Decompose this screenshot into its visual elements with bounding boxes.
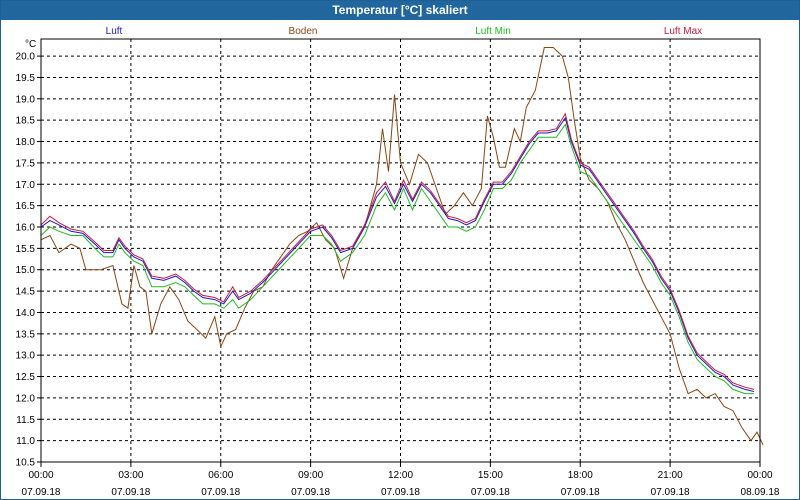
chart-window: Temperatur [°C] skaliert Luft Boden Luft M… (0, 0, 800, 500)
y-tick-label: 16.0 (16, 223, 36, 234)
y-axis-unit: °C (25, 39, 36, 50)
legend-item-luft: Luft (106, 26, 123, 37)
y-tick-label: 18.5 (16, 116, 36, 127)
series-lines (40, 47, 764, 446)
y-tick-label: 11.5 (16, 415, 35, 426)
x-tick-date: 07.09.18 (381, 487, 420, 498)
x-tick-time: 00:00 (747, 470, 772, 481)
x-tick-date: 07.09.18 (22, 487, 61, 498)
y-tick-label: 14.0 (16, 308, 36, 319)
y-tick-label: 17.5 (16, 158, 36, 169)
x-tick-time: 15:00 (478, 470, 503, 481)
axes: 20.0 19.5 19.0 18.5 18.0 17.5 17.0 16.5 16.0 15.5… (16, 38, 780, 498)
x-tick-date: 07.09.18 (651, 487, 690, 498)
y-tick-label: 12.0 (16, 393, 36, 404)
y-tick-label: 19.0 (16, 94, 36, 105)
y-tick-label: 18.0 (16, 137, 36, 148)
y-tick-label: 14.5 (16, 287, 36, 298)
y-tick-label: 19.5 (16, 73, 36, 84)
y-tick-label: 20.0 (16, 52, 36, 63)
y-tick-label: 11.0 (16, 436, 35, 447)
legend-item-luft-min: Luft Min (475, 26, 511, 37)
grid (41, 39, 760, 463)
x-tick-time: 21:00 (658, 470, 683, 481)
x-tick-time: 00:00 (28, 470, 53, 481)
series-line-luft-min (40, 123, 754, 395)
legend-item-luft-max: Luft Max (664, 26, 702, 37)
y-tick-label: 13.0 (16, 351, 36, 362)
window-title: Temperatur [°C] skaliert (1, 1, 799, 20)
x-tick-time: 09:00 (298, 470, 323, 481)
x-tick-time: 18:00 (568, 470, 593, 481)
temperature-chart: Luft Boden Luft Min Luft Max 20.0 19.5 19.0 18… (16, 26, 780, 498)
y-tick-label: 12.5 (16, 372, 36, 383)
legend: Luft Boden Luft Min Luft Max (106, 26, 703, 37)
y-tick-label: 10.5 (16, 458, 36, 469)
series-line-boden (40, 47, 764, 446)
x-tick-date: 07.09.18 (561, 487, 600, 498)
y-tick-label: 17.0 (16, 180, 36, 191)
x-tick-date: 07.09.18 (471, 487, 510, 498)
x-tick-time: 06:00 (208, 470, 233, 481)
series-line-luft-max (40, 112, 755, 390)
y-tick-label: 15.5 (16, 244, 36, 255)
x-tick-date: 07.09.18 (291, 487, 330, 498)
x-tick-date: 07.09.18 (201, 487, 240, 498)
y-tick-label: 16.5 (16, 201, 36, 212)
x-tick-time: 12:00 (388, 470, 413, 481)
series-line-luft (40, 116, 755, 392)
x-tick-date: 08.09.18 (741, 487, 780, 498)
y-tick-label: 15.0 (16, 265, 36, 276)
legend-item-boden: Boden (289, 26, 318, 37)
x-tick-date: 07.09.18 (111, 487, 150, 498)
y-tick-label: 13.5 (16, 329, 36, 340)
x-tick-time: 03:00 (118, 470, 143, 481)
